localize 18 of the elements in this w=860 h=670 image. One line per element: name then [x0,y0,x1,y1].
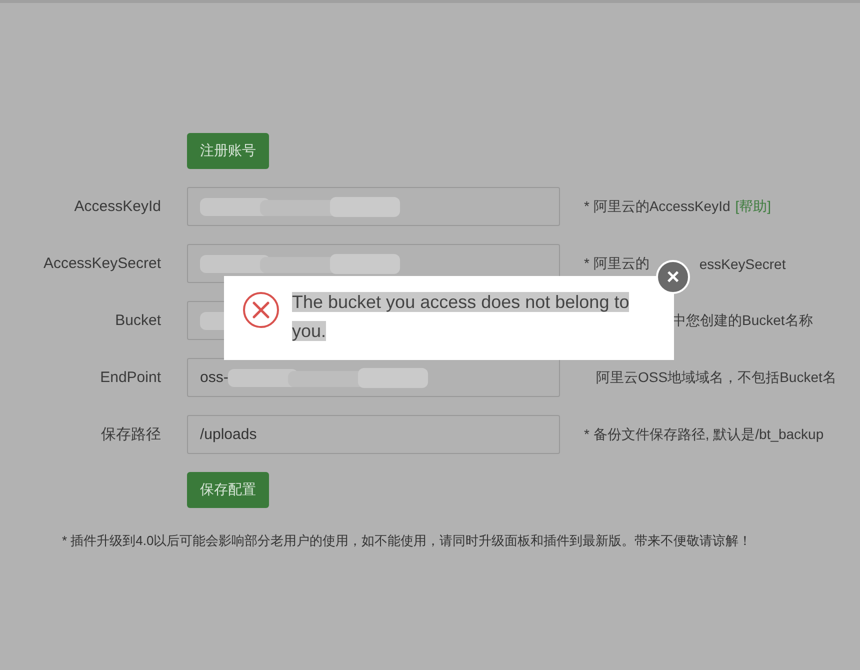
field-hint: 阿里云OSS地域域名，不包括Bucket名 [596,368,836,386]
field-hint: * 阿里云的 [584,254,650,272]
error-message: The bucket you access does not belong to you. [292,291,630,343]
field-hint: essKeySecret [699,256,786,272]
field-hint: * 备份文件保存路径, 默认是/bt_backup [584,426,824,444]
field-label: 保存路径 [100,425,161,444]
field-label: Bucket [114,312,161,329]
field-label: AccessKeySecret [42,255,161,272]
save-button[interactable]: 保存配置 [187,472,269,508]
field-label: EndPoint [99,369,161,386]
input-field[interactable]: /uploads [187,415,560,454]
register-button[interactable]: 注册账号 [187,133,269,169]
error-icon [242,291,280,329]
footnote: * 插件升级到4.0以后可能会影响部分老用户的使用，如不能使用，请同时升级面板和插件到最新版。带来不便敬请谅解！ [62,532,753,550]
field-label: AccessKeyId [73,198,161,215]
close-button[interactable]: × [656,260,690,294]
field-hint: * 阿里云的AccessKeyId [584,198,730,216]
input-field[interactable] [187,187,560,226]
